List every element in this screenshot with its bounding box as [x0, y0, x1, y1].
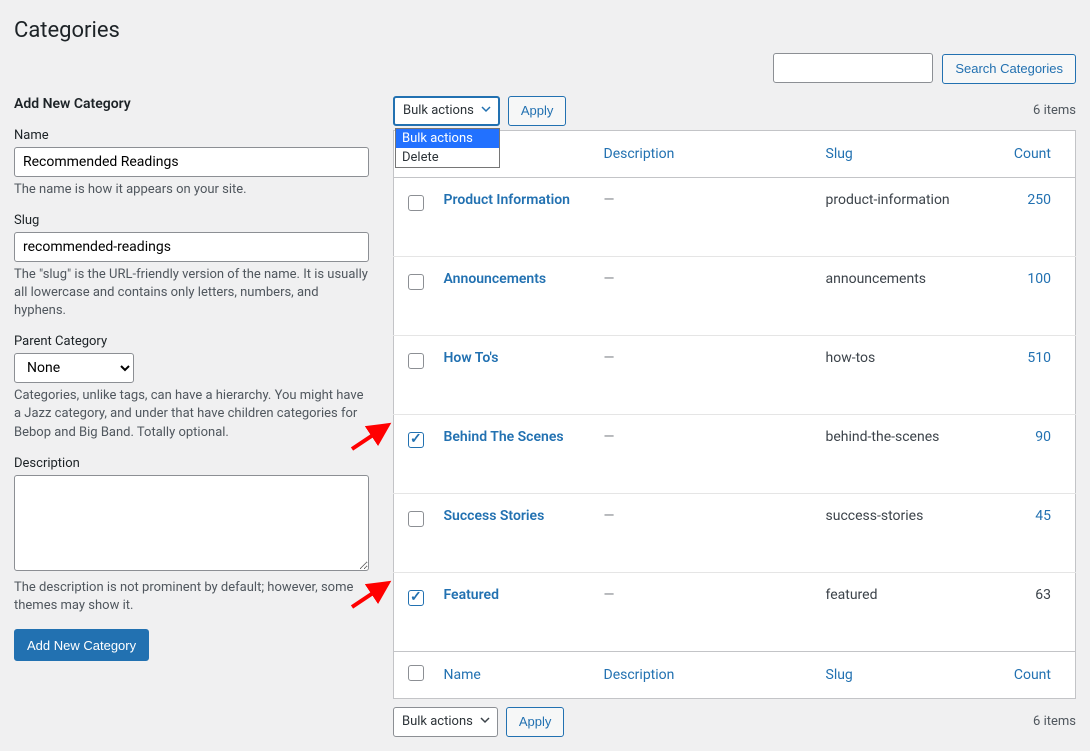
table-row: Success Stories — success-stories 45	[394, 493, 1076, 572]
category-description: —	[604, 587, 615, 603]
chevron-down-icon	[480, 103, 492, 119]
category-name-link[interactable]: Success Stories	[444, 508, 545, 524]
category-name-link[interactable]: Behind The Scenes	[444, 429, 564, 445]
bulk-option-delete[interactable]: Delete	[396, 148, 499, 167]
category-name-link[interactable]: Featured	[444, 587, 499, 603]
table-row: Featured — featured 63	[394, 572, 1076, 651]
row-checkbox[interactable]	[408, 432, 424, 448]
col-description[interactable]: Description	[594, 130, 816, 177]
col-description-foot[interactable]: Description	[594, 651, 816, 698]
page-title: Categories	[14, 18, 1076, 43]
row-checkbox[interactable]	[408, 353, 424, 369]
category-count[interactable]: 510	[1027, 350, 1051, 366]
parent-help: Categories, unlike tags, can have a hier…	[14, 387, 369, 442]
name-help: The name is how it appears on your site.	[14, 181, 369, 199]
bulk-actions-select-top[interactable]: Bulk actions Bulk actions Delete	[393, 96, 500, 126]
name-label: Name	[14, 128, 369, 143]
category-description: —	[604, 271, 615, 287]
row-checkbox[interactable]	[408, 590, 424, 606]
table-row: Announcements — announcements 100	[394, 256, 1076, 335]
description-help: The description is not prominent by defa…	[14, 579, 369, 615]
items-count-top: 6 items	[1033, 103, 1076, 118]
category-description: —	[604, 429, 615, 445]
category-description: —	[604, 350, 615, 366]
category-slug: product-information	[816, 177, 996, 256]
col-count[interactable]: Count	[996, 130, 1076, 177]
bulk-actions-dropdown: Bulk actions Delete	[395, 128, 500, 168]
category-description: —	[604, 192, 615, 208]
category-slug: featured	[816, 572, 996, 651]
row-checkbox[interactable]	[408, 511, 424, 527]
slug-label: Slug	[14, 213, 369, 228]
table-row: Behind The Scenes — behind-the-scenes 90	[394, 414, 1076, 493]
search-input[interactable]	[773, 53, 933, 83]
bulk-actions-selected-label: Bulk actions	[403, 103, 474, 118]
apply-button-top[interactable]: Apply	[508, 96, 567, 126]
parent-label: Parent Category	[14, 334, 369, 349]
chevron-down-icon	[479, 714, 491, 730]
category-slug: how-tos	[816, 335, 996, 414]
col-slug[interactable]: Slug	[816, 130, 996, 177]
search-button[interactable]: Search Categories	[942, 54, 1076, 84]
row-checkbox[interactable]	[408, 195, 424, 211]
category-name-link[interactable]: Announcements	[444, 271, 547, 287]
items-count-bottom: 6 items	[1033, 714, 1076, 729]
row-checkbox[interactable]	[408, 274, 424, 290]
col-count-foot[interactable]: Count	[996, 651, 1076, 698]
slug-field[interactable]	[14, 232, 369, 262]
category-slug: announcements	[816, 256, 996, 335]
form-heading: Add New Category	[14, 96, 369, 112]
table-row: Product Information — product-information 2…	[394, 177, 1076, 256]
category-count[interactable]: 90	[1035, 429, 1051, 445]
col-slug-foot[interactable]: Slug	[816, 651, 996, 698]
category-count[interactable]: 250	[1027, 192, 1051, 208]
name-field[interactable]	[14, 147, 369, 177]
description-label: Description	[14, 456, 369, 471]
bulk-actions-select-bottom[interactable]: Bulk actions	[393, 707, 498, 737]
category-slug: success-stories	[816, 493, 996, 572]
select-all-bottom[interactable]	[408, 665, 424, 681]
table-row: How To's — how-tos 510	[394, 335, 1076, 414]
category-count: 63	[1035, 587, 1051, 603]
category-slug: behind-the-scenes	[816, 414, 996, 493]
add-category-button[interactable]: Add New Category	[14, 629, 149, 661]
category-description: —	[604, 508, 615, 524]
category-count[interactable]: 45	[1035, 508, 1051, 524]
category-count[interactable]: 100	[1027, 271, 1051, 287]
bulk-option-bulk-actions[interactable]: Bulk actions	[396, 129, 499, 148]
slug-help: The "slug" is the URL-friendly version o…	[14, 266, 369, 321]
apply-button-bottom[interactable]: Apply	[506, 707, 565, 737]
col-name-foot[interactable]: Name	[434, 651, 594, 698]
description-field[interactable]	[14, 475, 369, 571]
category-name-link[interactable]: How To's	[444, 350, 499, 366]
category-name-link[interactable]: Product Information	[444, 192, 570, 208]
bulk-actions-selected-label-bottom: Bulk actions	[402, 714, 473, 729]
parent-select[interactable]: None	[14, 353, 134, 383]
